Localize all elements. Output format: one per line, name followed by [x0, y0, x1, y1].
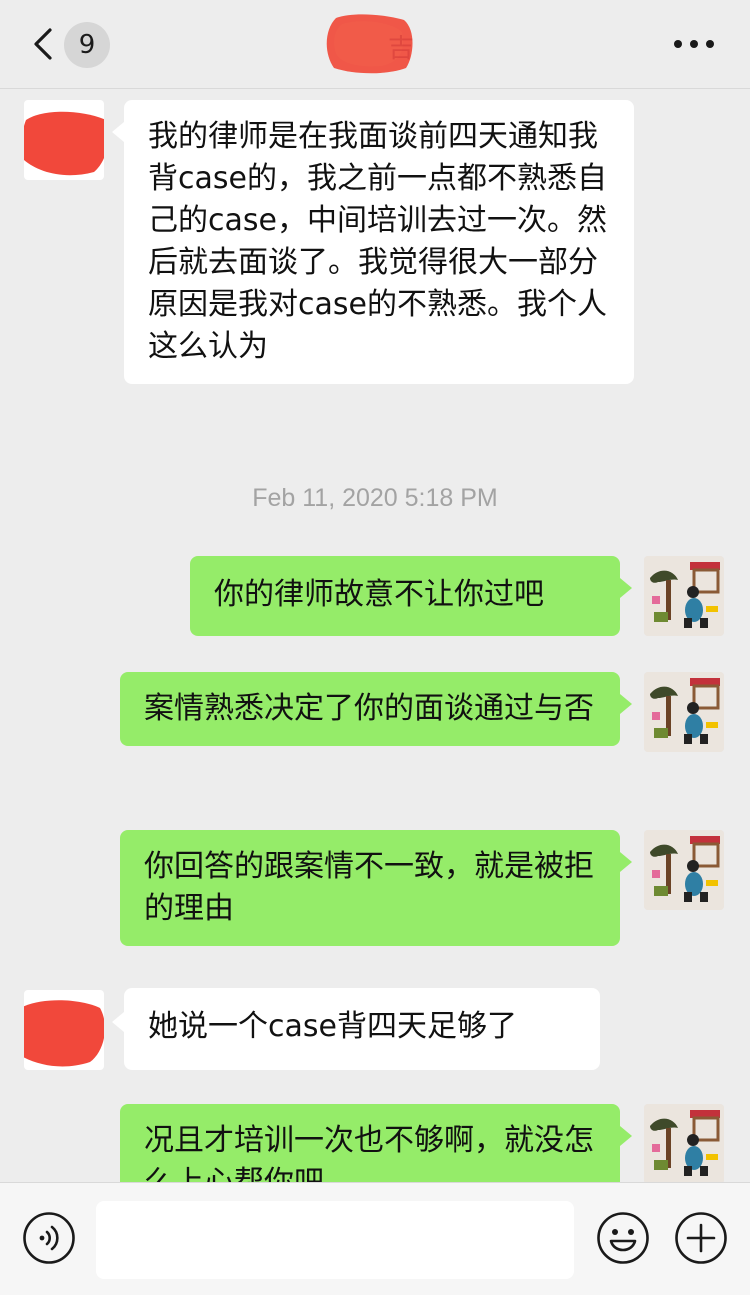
lego-photo-avatar [644, 830, 724, 910]
emoji-button[interactable] [596, 1211, 650, 1265]
self-avatar[interactable] [644, 830, 724, 910]
message-composer [0, 1182, 750, 1295]
lego-photo-avatar [644, 672, 724, 752]
chat-header: 9 吉 [0, 0, 750, 89]
message-bubble-self[interactable]: 你的律师故意不让你过吧 [190, 556, 620, 636]
voice-icon [23, 1212, 75, 1264]
unread-count-badge: 9 [64, 22, 110, 68]
message-input[interactable] [96, 1201, 574, 1279]
message-bubble-peer[interactable]: 我的律师是在我面谈前四天通知我背case的，我之前一点都不熟悉自己的case，中… [124, 100, 634, 384]
message-timestamp: Feb 11, 2020 5:18 PM [252, 484, 498, 512]
peer-avatar[interactable] [24, 990, 104, 1070]
message-bubble-self[interactable]: 你回答的跟案情不一致，就是被拒的理由 [120, 830, 620, 946]
message-bubble-peer[interactable]: 她说一个case背四天足够了 [124, 988, 600, 1070]
redacted-avatar-mark [24, 1000, 104, 1067]
chevron-left-icon [34, 28, 52, 60]
peer-avatar[interactable] [24, 100, 104, 180]
message-bubble-self[interactable]: 案情熟悉决定了你的面谈通过与否 [120, 672, 620, 746]
self-avatar[interactable] [644, 1104, 724, 1184]
plus-icon [675, 1212, 727, 1264]
more-options-button[interactable] [670, 28, 718, 60]
lego-photo-avatar [644, 1104, 724, 1184]
emoji-icon [597, 1212, 649, 1264]
self-avatar[interactable] [644, 672, 724, 752]
redacted-avatar-mark [24, 111, 104, 176]
back-button[interactable]: 9 [26, 18, 136, 70]
lego-photo-avatar [644, 556, 724, 636]
more-functions-button[interactable] [674, 1211, 728, 1265]
chat-title: 吉 [388, 34, 415, 64]
ellipsis-icon [674, 40, 682, 48]
self-avatar[interactable] [644, 556, 724, 636]
voice-input-button[interactable] [22, 1211, 76, 1265]
